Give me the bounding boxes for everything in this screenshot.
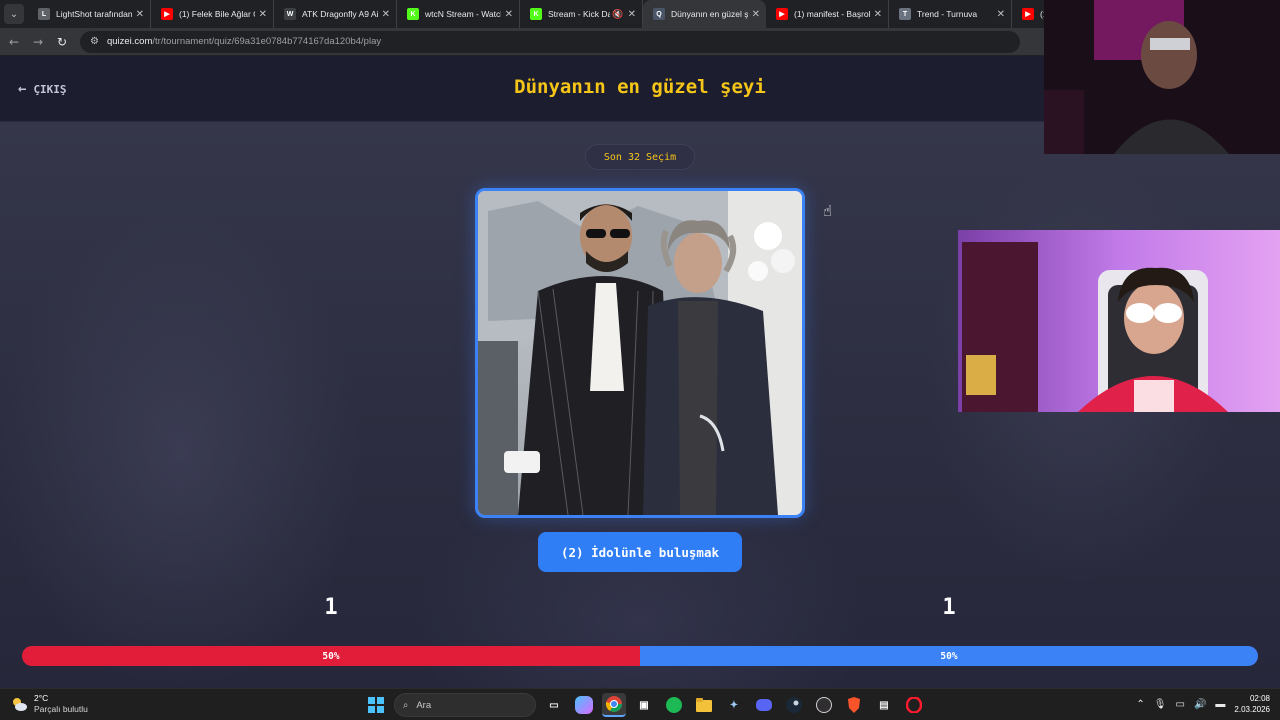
reload-icon[interactable]: ↻ xyxy=(50,35,74,49)
browser-tab[interactable]: Q Dünyanın en güzel şe ✕ xyxy=(643,0,766,28)
tab-favicon-icon: ▶ xyxy=(161,8,173,20)
vote-progress-bar: 50% 50% xyxy=(22,646,1258,666)
partly-cloudy-icon xyxy=(13,698,27,711)
tab-close-icon[interactable]: ✕ xyxy=(136,9,144,20)
score-left: 1 xyxy=(324,595,338,620)
copilot-icon[interactable] xyxy=(575,696,593,714)
tab-favicon-icon: K xyxy=(407,8,419,20)
tab-title: (1) manifest - Başrol xyxy=(794,9,870,19)
chrome-icon[interactable] xyxy=(602,693,626,717)
tab-favicon-icon: K xyxy=(530,8,542,20)
tab-muted-icon[interactable]: 🔇 xyxy=(612,9,623,20)
weather-widget[interactable]: 2°C Parçalı bulutlu xyxy=(10,693,88,715)
option-image-card[interactable] xyxy=(475,188,805,518)
opera-icon[interactable] xyxy=(902,693,926,717)
vote-left-segment: 50% xyxy=(22,646,640,666)
webcam-overlay-side xyxy=(958,230,1280,412)
browser-tab[interactable]: L LightShot tarafından ✕ xyxy=(28,0,151,28)
tab-close-icon[interactable]: ✕ xyxy=(997,9,1005,20)
tab-title: wtcN Stream - Watch xyxy=(425,9,501,19)
tab-favicon-icon: L xyxy=(38,8,50,20)
clock-time: 02:08 xyxy=(1249,694,1270,703)
tab-title: LightShot tarafından xyxy=(56,9,132,19)
battery-icon[interactable]: ▬ xyxy=(1215,699,1225,710)
tab-favicon-icon: T xyxy=(899,8,911,20)
tab-close-icon[interactable]: ✕ xyxy=(382,9,390,20)
tab-title: Stream - Kick Da xyxy=(548,9,611,19)
steam-icon[interactable] xyxy=(782,693,806,717)
task-view-icon[interactable]: ▭ xyxy=(542,693,566,717)
taskbar-apps: ⌕ Ara ▭ ▣ ✦ ▤ xyxy=(364,692,926,718)
discord-icon[interactable] xyxy=(752,693,776,717)
chevron-up-icon[interactable]: ⌃ xyxy=(1136,699,1144,710)
tab-favicon-icon: Q xyxy=(653,8,665,20)
tab-close-icon[interactable]: ✕ xyxy=(874,9,882,20)
browser-tab[interactable]: K Stream - Kick Da 🔇 ✕ xyxy=(520,0,643,28)
tab-title: ATK Dragonfly A9 Air xyxy=(302,9,378,19)
clock[interactable]: 02:08 2.03.2026 xyxy=(1234,693,1270,715)
score-right: 1 xyxy=(942,595,956,620)
url-host: quizei.com xyxy=(106,36,153,47)
os-taskbar: 2°C Parçalı bulutlu ⌕ Ara ▭ ▣ ✦ ▤ ⌃ 🎙 ▭ … xyxy=(0,688,1280,720)
tab-close-icon[interactable]: ✕ xyxy=(505,9,513,20)
clock-date: 2.03.2026 xyxy=(1234,705,1270,714)
browser-tab[interactable]: ▶ (1) Felek Bile Ağlar Ol ✕ xyxy=(151,0,274,28)
tab-search-icon[interactable]: ⌄ xyxy=(4,4,24,24)
tab-favicon-icon: W xyxy=(284,8,296,20)
tab-close-icon[interactable]: ✕ xyxy=(628,9,636,20)
option-select-button[interactable]: (2) İdolünle buluşmak xyxy=(538,532,742,572)
tab-title: (1) Felek Bile Ağlar Ol xyxy=(179,9,255,19)
tab-title: Trend - Turnuva xyxy=(917,9,978,19)
mouse-cursor-icon: ☝ xyxy=(823,202,833,220)
browser-tab[interactable]: T Trend - Turnuva ✕ xyxy=(889,0,1012,28)
speaker-icon[interactable]: 🔊 xyxy=(1194,699,1206,710)
tab-title: Dünyanın en güzel şe xyxy=(671,9,748,19)
game-app-icon[interactable]: ✦ xyxy=(722,693,746,717)
spotify-icon[interactable] xyxy=(662,693,686,717)
file-explorer-icon[interactable] xyxy=(692,693,716,717)
brave-icon[interactable] xyxy=(842,693,866,717)
tab-close-icon[interactable]: ✕ xyxy=(259,9,267,20)
site-info-icon[interactable]: ⚙ xyxy=(90,36,99,47)
vote-right-segment: 50% xyxy=(640,646,1258,666)
weather-temp: 2°C xyxy=(34,693,49,703)
tab-favicon-icon: ▶ xyxy=(776,8,788,20)
obs-icon[interactable] xyxy=(812,693,836,717)
microphone-icon[interactable]: 🎙 xyxy=(1154,699,1167,710)
back-icon[interactable]: ← xyxy=(2,35,26,49)
tab-favicon-icon: ▶ xyxy=(1022,8,1034,20)
network-icon[interactable]: ▭ xyxy=(1176,699,1185,710)
url-input[interactable]: ⚙ quizei.com/tr/tournament/quiz/69a31e07… xyxy=(80,30,1020,53)
twitch-icon[interactable]: ▣ xyxy=(632,693,656,717)
forward-icon[interactable]: → xyxy=(26,35,50,49)
webcam-overlay-top xyxy=(1044,0,1280,154)
search-placeholder: Ara xyxy=(416,699,432,711)
tab-list: L LightShot tarafından ✕ ▶ (1) Felek Bile Ağ… xyxy=(28,0,1052,28)
taskbar-search[interactable]: ⌕ Ara xyxy=(394,693,536,717)
tab-close-icon[interactable]: ✕ xyxy=(752,9,760,20)
weather-condition: Parçalı bulutlu xyxy=(34,704,88,714)
terminal-icon[interactable]: ▤ xyxy=(872,693,896,717)
start-windows-icon[interactable] xyxy=(364,693,388,717)
webcam-side-image xyxy=(958,230,1280,412)
system-tray: ⌃ 🎙 ▭ 🔊 ▬ 02:08 2.03.2026 xyxy=(1136,693,1270,715)
webcam-top-image xyxy=(1044,0,1280,154)
url-path: /tr/tournament/quiz/69a31e0784b774167da1… xyxy=(152,36,382,47)
browser-tab[interactable]: KwtcN Stream - Watch ✕ xyxy=(397,0,520,28)
browser-tab[interactable]: W ATK Dragonfly A9 Air ✕ xyxy=(274,0,397,28)
option-photo xyxy=(478,191,802,515)
search-icon: ⌕ xyxy=(403,699,409,711)
round-badge: Son 32 Seçim xyxy=(585,144,695,170)
browser-tab[interactable]: ▶ (1) manifest - Başrol ✕ xyxy=(766,0,889,28)
